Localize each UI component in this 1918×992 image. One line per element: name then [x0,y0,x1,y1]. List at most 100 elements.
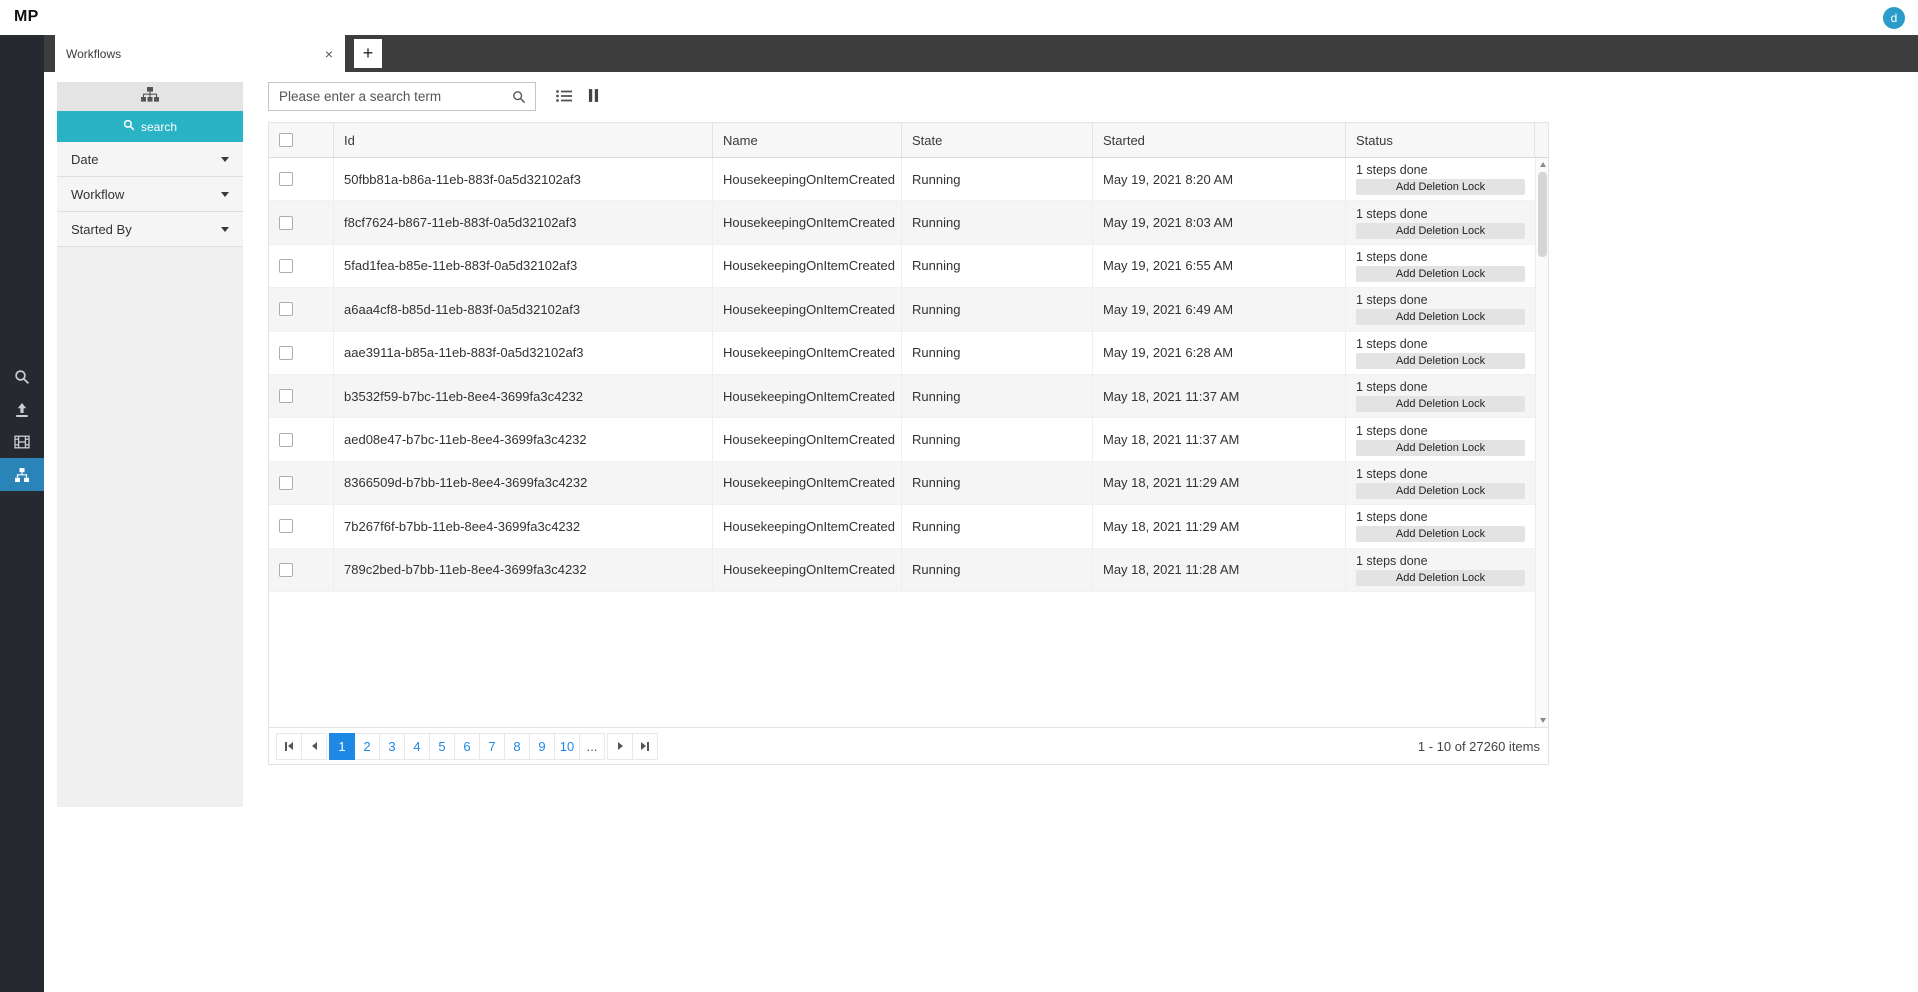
list-view-icon [556,89,572,105]
row-status-text: 1 steps done [1356,510,1428,525]
user-avatar[interactable]: d [1883,7,1905,29]
table-row[interactable]: 50fbb81a-b86a-11eb-883f-0a5d32102af3 Hou… [269,158,1535,202]
pager-prev-button[interactable] [301,732,327,760]
column-header-name[interactable]: Name [713,123,902,157]
upload-icon[interactable] [0,393,44,426]
scroll-down-icon[interactable] [1536,714,1548,727]
row-name: HousekeepingOnItemCreated [713,201,902,244]
pager-page-9[interactable]: 9 [529,732,555,760]
table-row[interactable]: b3532f59-b7bc-11eb-8ee4-3699fa3c4232 Hou… [269,374,1535,419]
search-input[interactable] [269,83,535,110]
row-started: May 18, 2021 11:37 AM [1093,418,1346,461]
pager-next-button[interactable] [607,732,633,760]
column-header-started[interactable]: Started [1093,123,1346,157]
pager-page-6[interactable]: 6 [454,732,480,760]
filter-panel: search Date Workflow Started By [57,82,243,807]
add-deletion-lock-button[interactable]: Add Deletion Lock [1356,265,1525,282]
add-deletion-lock-button[interactable]: Add Deletion Lock [1356,352,1525,369]
filter-section-workflow[interactable]: Workflow [57,177,243,212]
row-checkbox[interactable] [279,302,293,317]
new-tab-button[interactable]: + [354,39,382,68]
pager-last-button[interactable] [632,732,658,760]
column-header-status[interactable]: Status [1346,123,1535,157]
table-row[interactable]: a6aa4cf8-b85d-11eb-883f-0a5d32102af3 Hou… [269,288,1535,332]
workflow-icon[interactable] [0,458,44,491]
scrollbar-thumb[interactable] [1538,172,1547,257]
row-state: Running [902,158,1093,201]
pager-ellipsis[interactable]: ... [579,732,605,760]
pager-page-2[interactable]: 2 [354,732,380,760]
row-checkbox[interactable] [279,562,293,577]
pager-page-1[interactable]: 1 [329,732,355,760]
table-row[interactable]: aae3911a-b85a-11eb-883f-0a5d32102af3 Hou… [269,331,1535,375]
add-deletion-lock-button[interactable]: Add Deletion Lock [1356,309,1525,326]
pager-page-4[interactable]: 4 [404,732,430,760]
last-page-icon [641,741,649,751]
sitemap-icon [141,86,159,107]
row-started: May 19, 2021 6:55 AM [1093,244,1346,288]
search-icon [123,119,135,134]
top-bar: MP d [0,0,1918,35]
table-row[interactable]: 8366509d-b7bb-11eb-8ee4-3699fa3c4232 Hou… [269,461,1535,506]
pager-page-10[interactable]: 10 [554,732,580,760]
tab-workflows[interactable]: Workflows × [55,35,345,72]
pager-page-8[interactable]: 8 [504,732,530,760]
add-deletion-lock-button[interactable]: Add Deletion Lock [1356,179,1525,196]
scroll-up-icon[interactable] [1536,158,1548,171]
add-deletion-lock-button[interactable]: Add Deletion Lock [1356,396,1525,413]
pager-page-3[interactable]: 3 [379,732,405,760]
row-checkbox[interactable] [279,345,293,360]
search-button-label: search [140,119,178,134]
row-status-cell: 1 steps done Add Deletion Lock [1346,332,1535,374]
pager-page-5[interactable]: 5 [429,732,455,760]
search-icon[interactable] [0,360,44,393]
pager-page-7[interactable]: 7 [479,732,505,760]
row-checkbox[interactable] [279,432,293,447]
row-checkbox[interactable] [279,258,293,273]
pause-button[interactable] [581,86,605,108]
list-view-button[interactable] [552,86,576,108]
row-checkbox[interactable] [279,475,293,490]
add-deletion-lock-button[interactable]: Add Deletion Lock [1356,569,1525,586]
row-state: Running [902,244,1093,288]
row-id: b3532f59-b7bc-11eb-8ee4-3699fa3c4232 [334,374,713,418]
row-checkbox[interactable] [279,389,293,404]
tree-view-button[interactable] [57,82,243,111]
column-header-id[interactable]: Id [334,123,713,157]
icon-sidebar [0,35,44,992]
search-button[interactable]: search [57,111,243,142]
pager-first-button[interactable] [276,732,302,760]
vertical-scrollbar[interactable] [1535,158,1548,727]
chevron-down-icon [221,156,229,162]
row-name: HousekeepingOnItemCreated [713,331,902,374]
pager-pages: 1 2 3 4 5 6 7 8 9 10... [329,732,605,760]
add-deletion-lock-button[interactable]: Add Deletion Lock [1356,439,1525,456]
search-icon[interactable] [512,90,526,109]
row-checkbox-cell [269,374,334,418]
filter-section-date[interactable]: Date [57,142,243,177]
table-row[interactable]: f8cf7624-b867-11eb-883f-0a5d32102af3 Hou… [269,201,1535,245]
table-row[interactable]: 789c2bed-b7bb-11eb-8ee4-3699fa3c4232 Hou… [269,548,1535,592]
row-checkbox[interactable] [279,519,293,534]
row-started: May 18, 2021 11:29 AM [1093,505,1346,548]
add-deletion-lock-button[interactable]: Add Deletion Lock [1356,222,1525,239]
table-row[interactable]: 7b267f6f-b7bb-11eb-8ee4-3699fa3c4232 Hou… [269,505,1535,549]
row-name: HousekeepingOnItemCreated [713,461,902,505]
close-icon[interactable]: × [313,46,345,62]
column-header-state[interactable]: State [902,123,1093,157]
filter-section-started-by[interactable]: Started By [57,212,243,247]
row-started: May 18, 2021 11:29 AM [1093,461,1346,505]
table-row[interactable]: 5fad1fea-b85e-11eb-883f-0a5d32102af3 Hou… [269,244,1535,289]
table-row[interactable]: aed08e47-b7bc-11eb-8ee4-3699fa3c4232 Hou… [269,418,1535,462]
row-status-cell: 1 steps done Add Deletion Lock [1346,201,1535,243]
add-deletion-lock-button[interactable]: Add Deletion Lock [1356,482,1525,499]
row-started: May 19, 2021 8:03 AM [1093,201,1346,244]
row-checkbox[interactable] [279,215,293,230]
row-status-cell: 1 steps done Add Deletion Lock [1346,549,1535,591]
film-icon[interactable] [0,425,44,458]
row-checkbox[interactable] [279,172,293,187]
add-deletion-lock-button[interactable]: Add Deletion Lock [1356,526,1525,543]
tab-bar: Workflows × + [44,35,1918,72]
select-all-checkbox[interactable] [279,133,293,147]
row-status-text: 1 steps done [1356,249,1428,264]
